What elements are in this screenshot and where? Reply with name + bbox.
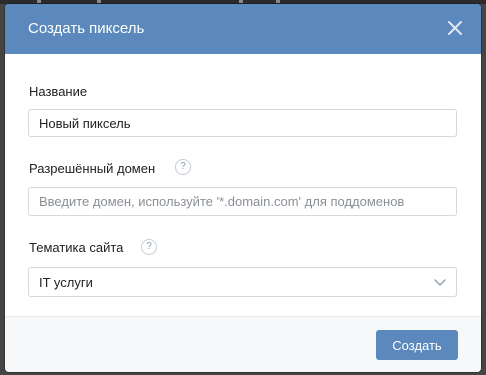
- dialog-title: Создать пиксель: [28, 20, 145, 37]
- category-select[interactable]: IT услуги: [28, 267, 457, 297]
- create-pixel-dialog: Создать пиксель Название Разрешённый дом…: [5, 4, 481, 372]
- domain-help-icon[interactable]: ?: [175, 159, 191, 175]
- dialog-body: Название Разрешённый домен ? Тематика са…: [5, 54, 481, 316]
- dialog-header: Создать пиксель: [5, 4, 481, 54]
- close-icon: [448, 21, 462, 35]
- name-input[interactable]: [28, 109, 457, 137]
- create-button[interactable]: Создать: [376, 330, 458, 360]
- chevron-down-icon: [434, 279, 446, 286]
- category-selected-value: IT услуги: [39, 275, 93, 290]
- category-help-icon[interactable]: ?: [141, 239, 157, 255]
- domain-label: Разрешённый домен: [29, 161, 156, 176]
- category-label: Тематика сайта: [29, 240, 124, 255]
- domain-input[interactable]: [28, 187, 457, 216]
- close-button[interactable]: [444, 17, 466, 39]
- name-label: Название: [29, 84, 88, 99]
- dialog-footer: Создать: [5, 316, 481, 372]
